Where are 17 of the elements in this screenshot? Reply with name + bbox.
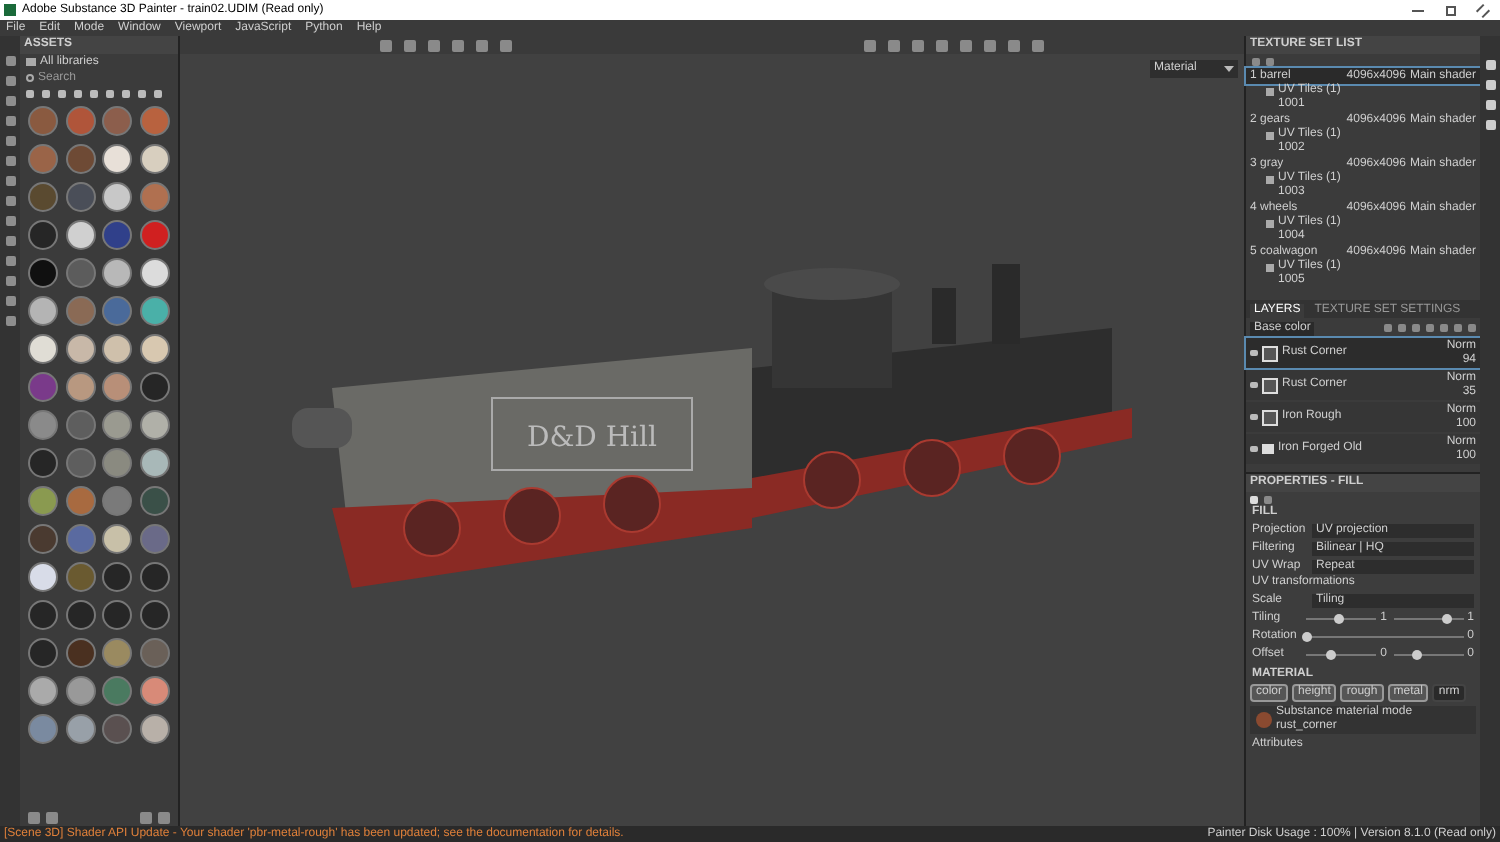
minimize-button[interactable] xyxy=(1412,9,1424,11)
uv-tiles-icon xyxy=(1266,219,1274,227)
uv-tiles-icon xyxy=(1266,263,1274,271)
close-button[interactable] xyxy=(1475,2,1491,18)
slider-thumb[interactable] xyxy=(1302,632,1312,642)
app-logo-icon xyxy=(4,4,16,16)
uv-tiles-icon xyxy=(1266,175,1274,183)
uv-tiles-icon xyxy=(1266,131,1274,139)
uv-tiles-icon xyxy=(1266,87,1274,95)
slider-thumb[interactable] xyxy=(1333,614,1344,624)
slider-thumb[interactable] xyxy=(1441,614,1452,624)
library-icon xyxy=(26,58,36,66)
locomotive-drawing: D&D Hill xyxy=(272,208,1152,588)
maximize-button[interactable] xyxy=(1446,5,1456,15)
slider-thumb[interactable] xyxy=(1412,650,1423,660)
slider-thumb[interactable] xyxy=(1326,650,1337,660)
caret-icon xyxy=(1224,66,1234,72)
